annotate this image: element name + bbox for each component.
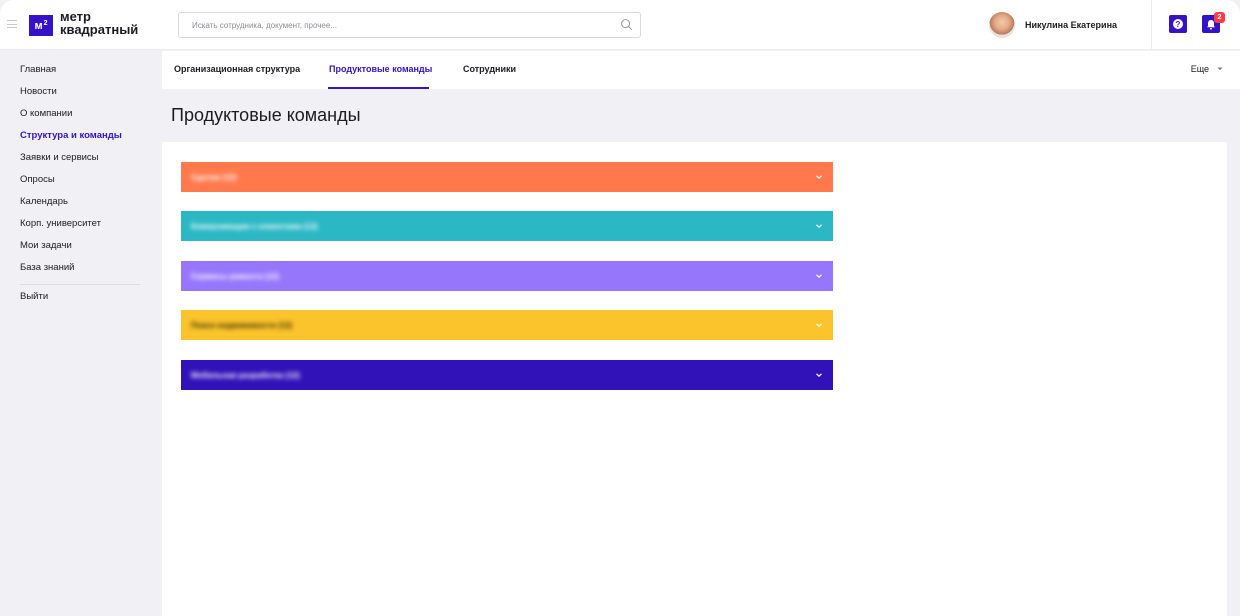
teams-panel: Сделки (12) Коммуникации с клиентами (12… xyxy=(162,142,1227,616)
sidebar-item-about[interactable]: О компании xyxy=(20,108,72,120)
sidebar-divider xyxy=(20,284,140,285)
header-divider xyxy=(1151,0,1152,50)
caret-down-icon xyxy=(1217,67,1223,71)
menu-icon[interactable] xyxy=(7,20,17,28)
sidebar-item-university[interactable]: Корп. университет xyxy=(20,218,101,230)
top-header: м2 метр квадратный Никулина Екатерина ? xyxy=(0,0,1240,50)
notification-badge: 2 xyxy=(1214,12,1225,23)
user-name[interactable]: Никулина Екатерина xyxy=(1025,20,1117,30)
sidebar-item-surveys[interactable]: Опросы xyxy=(20,174,55,186)
user-profile[interactable]: Никулина Екатерина xyxy=(989,11,1117,39)
more-menu[interactable]: Еще xyxy=(1191,64,1223,74)
team-accordion-label: Сервисы ремонта (12) xyxy=(191,271,280,281)
search-input[interactable] xyxy=(179,13,609,37)
tab-employees[interactable]: Сотрудники xyxy=(463,64,516,74)
help-button[interactable]: ? xyxy=(1169,15,1187,33)
logo-line-2: квадратный xyxy=(60,22,139,37)
team-accordion[interactable]: Мобильная разработка (12) xyxy=(181,360,833,390)
team-accordion[interactable]: Сделки (12) xyxy=(181,162,833,192)
tab-org-structure[interactable]: Организационная структура xyxy=(174,64,300,74)
question-icon: ? xyxy=(1173,19,1183,29)
team-accordion-label: Сделки (12) xyxy=(191,172,237,182)
tab-bar: Организационная структура Продуктовые ко… xyxy=(162,51,1240,89)
more-label: Еще xyxy=(1190,64,1209,74)
logout-link[interactable]: Выйти xyxy=(20,291,48,303)
app-window: м2 метр квадратный Никулина Екатерина ? xyxy=(0,0,1240,616)
chevron-down-icon xyxy=(816,323,822,328)
search-icon[interactable] xyxy=(620,18,633,31)
page-title: Продуктовые команды xyxy=(171,105,361,125)
sidebar-item-home[interactable]: Главная xyxy=(20,64,56,76)
sidebar: Главная Новости О компании Структура и к… xyxy=(0,51,162,616)
sidebar-item-knowledge[interactable]: База знаний xyxy=(20,262,74,274)
team-accordion[interactable]: Поиск недвижимости (12) xyxy=(181,310,833,340)
team-accordion-label: Поиск недвижимости (12) xyxy=(191,320,293,330)
team-accordion[interactable]: Коммуникации с клиентами (12) xyxy=(181,211,833,241)
logo-text[interactable]: метр квадратный xyxy=(60,10,138,36)
chevron-down-icon xyxy=(816,373,822,378)
chevron-down-icon xyxy=(816,274,822,279)
sidebar-item-structure[interactable]: Структура и команды xyxy=(20,130,122,142)
team-accordion-label: Коммуникации с клиентами (12) xyxy=(191,221,318,231)
tab-product-teams[interactable]: Продуктовые команды xyxy=(329,64,432,74)
team-accordion-label: Мобильная разработка (12) xyxy=(191,370,300,380)
sidebar-item-news[interactable]: Новости xyxy=(20,86,57,98)
logo-mark-letter: м xyxy=(34,19,43,32)
active-tab-indicator xyxy=(328,87,429,89)
chevron-down-icon xyxy=(816,175,822,180)
logo-mark[interactable]: м2 xyxy=(29,15,53,36)
team-accordion[interactable]: Сервисы ремонта (12) xyxy=(181,261,833,291)
avatar[interactable] xyxy=(989,12,1015,38)
sidebar-item-requests[interactable]: Заявки и сервисы xyxy=(20,152,99,164)
sidebar-item-tasks[interactable]: Мои задачи xyxy=(20,240,72,252)
search-box xyxy=(178,12,641,38)
sidebar-item-calendar[interactable]: Календарь xyxy=(20,196,68,208)
logo-mark-superscript: 2 xyxy=(43,20,48,27)
chevron-down-icon xyxy=(816,224,822,229)
